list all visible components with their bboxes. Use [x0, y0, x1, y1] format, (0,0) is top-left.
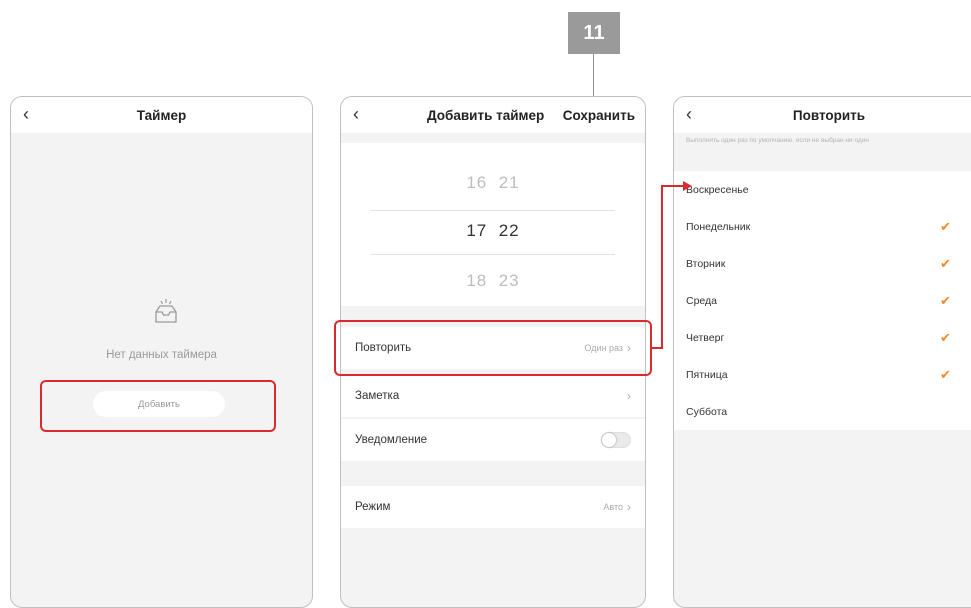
connector-arrow — [652, 181, 692, 349]
